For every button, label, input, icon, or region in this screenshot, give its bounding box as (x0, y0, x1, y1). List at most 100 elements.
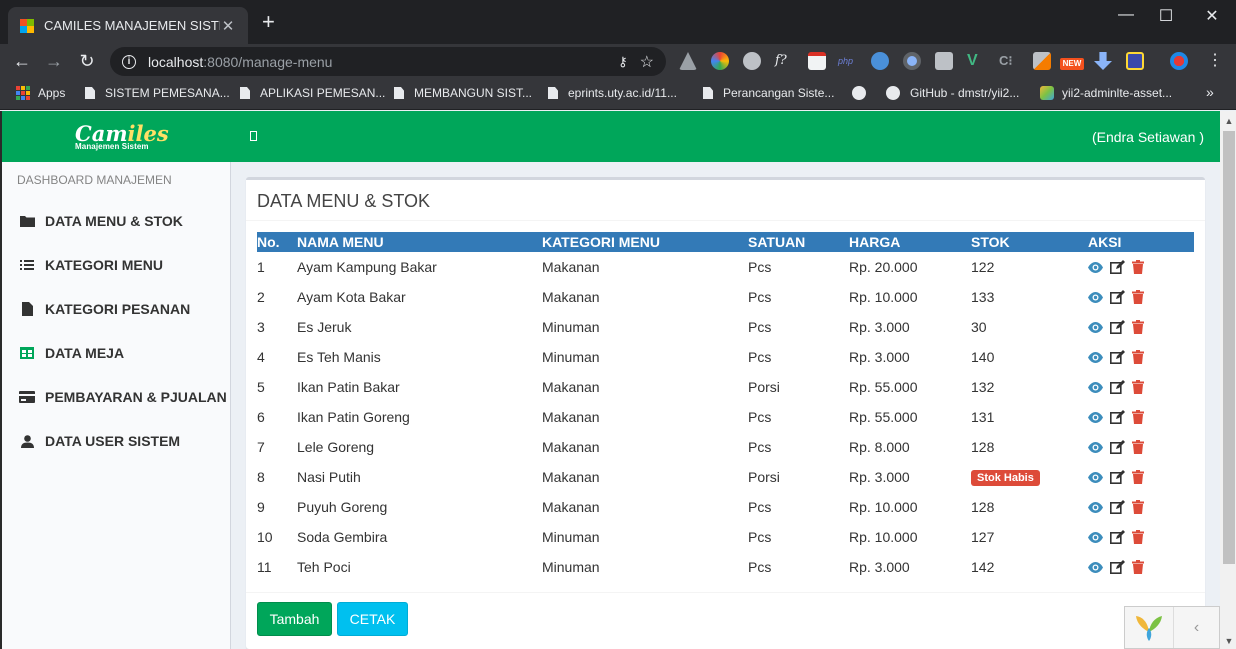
site-info-icon[interactable]: i (122, 54, 136, 69)
user-icon (19, 434, 35, 448)
extension-book-icon[interactable] (1126, 52, 1144, 70)
bookmark-item[interactable]: SISTEM PEMESANA... (85, 86, 230, 100)
cell-stok: 140 (971, 349, 995, 365)
maximize-button[interactable]: ☐ (1146, 6, 1186, 26)
eye-icon[interactable] (1088, 381, 1103, 393)
bookmark-item[interactable]: GitHub - dmstr/yii2... (886, 86, 1019, 100)
eye-icon[interactable] (1088, 501, 1103, 513)
extension-calendar-icon[interactable] (808, 52, 826, 70)
edit-icon[interactable] (1110, 560, 1125, 574)
edit-icon[interactable] (1110, 440, 1125, 454)
trash-icon[interactable] (1132, 290, 1144, 304)
key-icon[interactable]: ⚷ (618, 54, 628, 70)
trash-icon[interactable] (1132, 500, 1144, 514)
edit-icon[interactable] (1110, 290, 1125, 304)
trash-icon[interactable] (1132, 470, 1144, 484)
extension-php-icon[interactable]: php (838, 52, 856, 70)
cell-aksi (1088, 432, 1194, 462)
reload-icon[interactable]: ↻ (75, 50, 99, 72)
table-row: 8 Nasi Putih Makanan Porsi Rp. 3.000 Stok Hab… (257, 462, 1194, 492)
tab-close-icon[interactable]: ✕ (220, 17, 236, 35)
trash-icon[interactable] (1132, 380, 1144, 394)
scroll-up-icon[interactable]: ▲ (1220, 113, 1236, 129)
scrollbar-thumb[interactable] (1223, 131, 1235, 564)
edit-icon[interactable] (1110, 530, 1125, 544)
extension-ring-icon[interactable] (903, 52, 921, 70)
eye-icon[interactable] (1088, 561, 1103, 573)
extension-drive-icon[interactable] (679, 52, 697, 70)
sidebar-toggle-icon[interactable] (250, 131, 257, 141)
eye-icon[interactable] (1088, 291, 1103, 303)
bookmark-globe[interactable] (852, 86, 876, 100)
sidebar-item-data-meja[interactable]: DATA MEJA (2, 331, 231, 375)
bookmark-item[interactable]: APLIKASI PEMESAN... (240, 86, 385, 100)
browser-tab[interactable]: CAMILES MANAJEMEN SISTEM ✕ (8, 7, 248, 44)
bookmark-item[interactable]: MEMBANGUN SIST... (394, 86, 532, 100)
edit-icon[interactable] (1110, 410, 1125, 424)
cell-harga: Rp. 3.000 (849, 469, 910, 485)
address-bar[interactable]: i localhost:8080/manage-menu ⚷ ☆ (110, 47, 666, 76)
forward-icon[interactable]: → (42, 50, 66, 72)
more-bookmarks-icon[interactable]: » (1206, 84, 1214, 100)
extension-globe-icon[interactable] (871, 52, 889, 70)
edit-icon[interactable] (1110, 380, 1125, 394)
eye-icon[interactable] (1088, 411, 1103, 423)
eye-icon[interactable] (1088, 261, 1103, 273)
close-window-button[interactable]: ✕ (1192, 6, 1232, 26)
sidebar-item-kategori-menu[interactable]: KATEGORI MENU (2, 243, 231, 287)
eye-icon[interactable] (1088, 321, 1103, 333)
yii-debug-toolbar[interactable]: ‹ (1124, 606, 1220, 649)
add-button[interactable]: Tambah (257, 602, 332, 636)
edit-icon[interactable] (1110, 500, 1125, 514)
trash-icon[interactable] (1132, 440, 1144, 454)
scroll-down-icon[interactable]: ▼ (1220, 633, 1236, 649)
extension-formula-icon[interactable]: f? (775, 52, 793, 70)
edit-icon[interactable] (1110, 260, 1125, 274)
extension-pen-icon[interactable] (1033, 52, 1051, 70)
table-row: 7 Lele Goreng Makanan Pcs Rp. 8.000 128 (257, 432, 1194, 462)
bookmark-item[interactable]: yii2-adminlte-asset... (1040, 86, 1172, 100)
eye-icon[interactable] (1088, 471, 1103, 483)
trash-icon[interactable] (1132, 350, 1144, 364)
cell-kategori: Makanan (542, 499, 600, 515)
page-scrollbar[interactable]: ▲ ▼ (1220, 111, 1236, 649)
yii-logo-icon[interactable] (1125, 607, 1173, 648)
trash-icon[interactable] (1132, 530, 1144, 544)
user-menu[interactable]: (Endra Setiawan ) (1092, 129, 1204, 145)
browser-menu-icon[interactable]: ⋮ (1206, 52, 1224, 70)
eye-icon[interactable] (1088, 441, 1103, 453)
bookmark-item[interactable]: eprints.uty.ac.id/11... (548, 86, 677, 100)
list-icon (19, 258, 35, 272)
extension-gear-icon[interactable] (743, 52, 761, 70)
extension-c-icon[interactable]: C⁝ (999, 52, 1017, 70)
sidebar-item-pembayaran[interactable]: PEMBAYARAN & PJUALAN (2, 375, 231, 419)
debug-toggle-icon[interactable]: ‹ (1173, 607, 1219, 648)
new-tab-button[interactable]: + (262, 11, 275, 33)
back-icon[interactable]: ← (10, 50, 34, 72)
trash-icon[interactable] (1132, 560, 1144, 574)
bookmark-apps[interactable]: Apps (16, 86, 65, 100)
profile-avatar[interactable] (1170, 52, 1188, 70)
edit-icon[interactable] (1110, 320, 1125, 334)
app-logo[interactable]: Camiles Manajemen Sistem (75, 123, 169, 151)
eye-icon[interactable] (1088, 531, 1103, 543)
sidebar-item-kategori-pesanan[interactable]: KATEGORI PESANAN (2, 287, 231, 331)
edit-icon[interactable] (1110, 350, 1125, 364)
extension-vue-icon[interactable]: V (967, 52, 985, 70)
trash-icon[interactable] (1132, 260, 1144, 274)
browser-toolbar: ← → ↻ i localhost:8080/manage-menu ⚷ ☆ f… (0, 44, 1236, 79)
bookmark-item[interactable]: Perancangan Siste... (703, 86, 834, 100)
extension-bag-icon[interactable] (935, 52, 953, 70)
sidebar-item-data-menu[interactable]: DATA MENU & STOK (2, 199, 231, 243)
minimize-button[interactable]: — (1106, 6, 1146, 24)
extension-color-icon[interactable] (711, 52, 729, 70)
page-title: DATA MENU & STOK (257, 191, 431, 211)
edit-icon[interactable] (1110, 470, 1125, 484)
print-button[interactable]: CETAK (337, 602, 408, 636)
sidebar-item-data-user[interactable]: DATA USER SISTEM (2, 419, 231, 463)
trash-icon[interactable] (1132, 410, 1144, 424)
bookmark-star-icon[interactable]: ☆ (640, 52, 654, 72)
trash-icon[interactable] (1132, 320, 1144, 334)
extension-download-icon[interactable] (1094, 52, 1112, 70)
eye-icon[interactable] (1088, 351, 1103, 363)
